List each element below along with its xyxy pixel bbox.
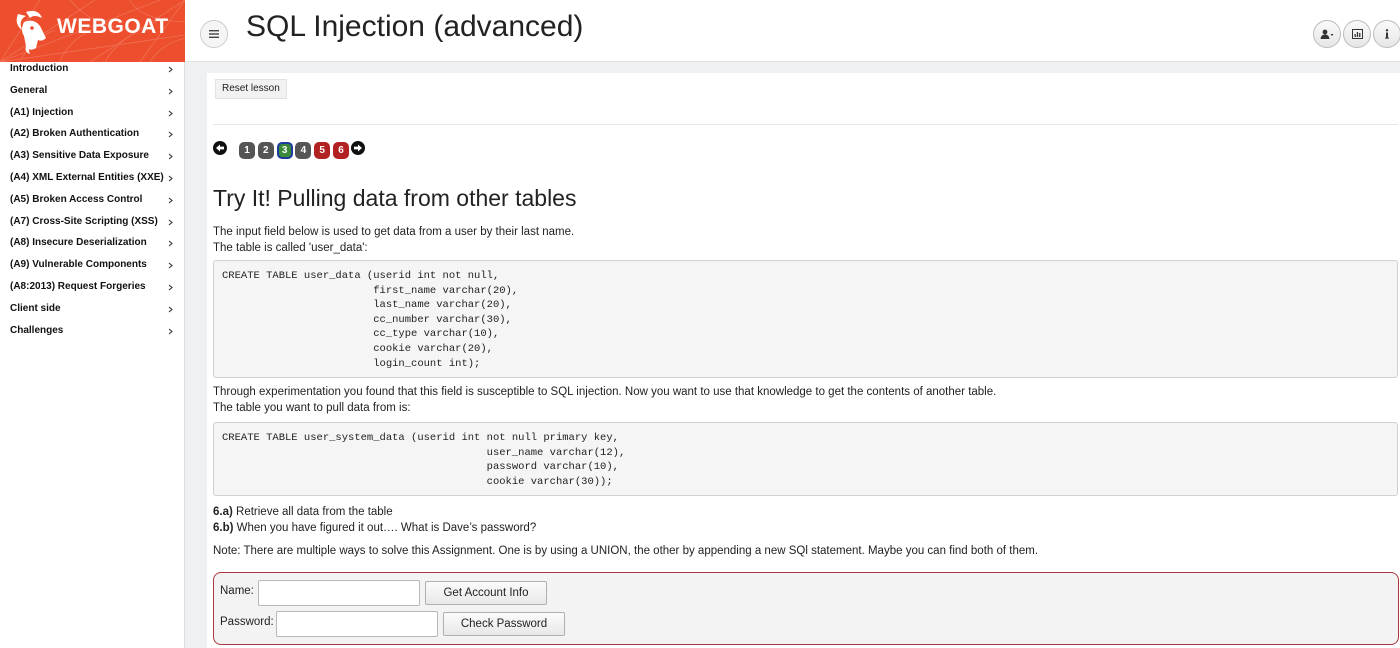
assignment-note: Note: There are multiple ways to solve t…	[213, 545, 1039, 557]
sidebar-item-label: General	[10, 84, 48, 96]
task-a-text: Retrieve all data from the table	[232, 506, 393, 518]
user-system-data-schema-code: CREATE TABLE user_system_data (userid in…	[213, 422, 1398, 496]
webgoat-logo[interactable]: WEBGOAT	[0, 0, 185, 62]
page-link-6[interactable]: 6	[333, 142, 349, 159]
chevron-right-icon	[168, 110, 173, 117]
page-link-2[interactable]: 2	[257, 142, 274, 159]
sidebar-item-label: (A3) Sensitive Data Exposure	[10, 150, 149, 162]
next-page-button[interactable]	[351, 141, 365, 155]
sidebar-item[interactable]: (A5) Broken Access Control	[0, 193, 184, 215]
chevron-right-icon	[168, 197, 173, 204]
sidebar-item[interactable]: Introduction	[0, 62, 184, 84]
logo-text: WEBGOAT	[57, 15, 169, 38]
sidebar-item-label: Client side	[10, 302, 61, 314]
chevron-right-icon	[168, 219, 173, 226]
previous-page-button[interactable]	[213, 141, 227, 155]
sidebar-item-label: (A2) Broken Authentication	[10, 128, 140, 140]
name-input[interactable]	[258, 580, 420, 606]
assignment-form: Name: Get Account Info Password: Check P…	[213, 572, 1399, 645]
get-account-info-button[interactable]: Get Account Info	[425, 581, 547, 605]
sidebar-item[interactable]: (A7) Cross-Site Scripting (XSS)	[0, 215, 184, 237]
chevron-right-icon	[168, 306, 173, 313]
arrow-right-icon	[354, 144, 362, 152]
chart-icon	[1351, 29, 1363, 39]
chevron-right-icon	[168, 153, 173, 160]
hamburger-icon	[209, 30, 219, 38]
user-icon	[1320, 29, 1334, 39]
sidebar-item[interactable]: (A9) Vulnerable Components	[0, 258, 184, 280]
experiment-line-1: Through experimentation you found that t…	[213, 386, 997, 398]
user-menu-button[interactable]	[1313, 20, 1341, 48]
intro-line-2: The table is called 'user_data':	[213, 242, 368, 254]
top-header: WEBGOAT SQL Injection (advanced)	[0, 0, 1400, 62]
chevron-right-icon	[168, 284, 173, 291]
sidebar-item[interactable]: Client side	[0, 302, 184, 324]
chevron-right-icon	[168, 175, 173, 182]
info-icon	[1385, 29, 1389, 39]
lesson-heading: Try It! Pulling data from other tables	[213, 185, 577, 211]
sidebar-item[interactable]: (A2) Broken Authentication	[0, 127, 184, 149]
intro-line-1: The input field below is used to get dat…	[213, 226, 575, 238]
sidebar-item-label: (A7) Cross-Site Scripting (XSS)	[10, 215, 158, 227]
sidebar-item-label: (A9) Vulnerable Components	[10, 259, 147, 271]
user-data-schema-code: CREATE TABLE user_data (userid int not n…	[213, 260, 1398, 378]
password-input[interactable]	[276, 611, 438, 637]
menu-toggle-button[interactable]	[200, 20, 228, 48]
sidebar-item[interactable]: (A8) Insecure Deserialization	[0, 236, 184, 258]
chevron-right-icon	[168, 131, 173, 138]
about-button[interactable]	[1373, 20, 1400, 48]
page-link-5[interactable]: 5	[314, 142, 331, 159]
chevron-right-icon	[168, 88, 173, 95]
task-b: 6.b) When you have figured it out…. What…	[213, 520, 1398, 536]
task-a-label: 6.a)	[213, 506, 233, 518]
chevron-right-icon	[168, 66, 173, 73]
sidebar-item-label: (A4) XML External Entities (XXE)	[10, 171, 164, 183]
chevron-right-icon	[168, 240, 173, 247]
sidebar-item[interactable]: (A3) Sensitive Data Exposure	[0, 149, 184, 171]
divider	[213, 124, 1398, 125]
sidebar-item-label: Introduction	[10, 63, 69, 74]
sidebar-item[interactable]: (A4) XML External Entities (XXE)	[0, 171, 184, 193]
task-a: 6.a) Retrieve all data from the table	[213, 504, 1398, 520]
task-b-text: When you have figured it out…. What is D…	[233, 522, 537, 534]
reset-lesson-button[interactable]: Reset lesson	[215, 79, 287, 99]
report-card-button[interactable]	[1343, 20, 1371, 48]
page-link-3[interactable]: 3	[276, 142, 293, 159]
lesson-body: Try It! Pulling data from other tables T…	[213, 185, 1398, 559]
lesson-sidebar: Introduction General (A1) Injection (A2) Br…	[0, 62, 185, 648]
sidebar-item-label: (A5) Broken Access Control	[10, 193, 143, 205]
chevron-right-icon	[168, 262, 173, 269]
sidebar-item-label: (A8:2013) Request Forgeries	[10, 280, 146, 292]
sidebar-item-label: (A1) Injection	[10, 106, 74, 118]
sidebar-item[interactable]: Challenges	[0, 324, 184, 346]
page-link-4[interactable]: 4	[295, 142, 312, 159]
page-link-1[interactable]: 1	[239, 142, 255, 159]
lesson-content-panel: Reset lesson 123456 Try It! Pulling data…	[207, 73, 1400, 648]
page-title: SQL Injection (advanced)	[246, 10, 584, 43]
sidebar-item-label: Challenges	[10, 324, 64, 336]
sidebar-item[interactable]: (A8:2013) Request Forgeries	[0, 280, 184, 302]
goat-icon	[16, 10, 46, 54]
experiment-line-2: The table you want to pull data from is:	[213, 402, 411, 414]
password-label: Password:	[220, 616, 274, 628]
name-label: Name:	[220, 585, 254, 597]
arrow-left-icon	[216, 144, 224, 152]
sidebar-item-label: (A8) Insecure Deserialization	[10, 237, 147, 249]
chevron-right-icon	[168, 328, 173, 334]
sidebar-item[interactable]: (A1) Injection	[0, 106, 184, 128]
task-b-label: 6.b)	[213, 522, 234, 534]
check-password-button[interactable]: Check Password	[443, 612, 565, 636]
sidebar-item[interactable]: General	[0, 84, 184, 106]
